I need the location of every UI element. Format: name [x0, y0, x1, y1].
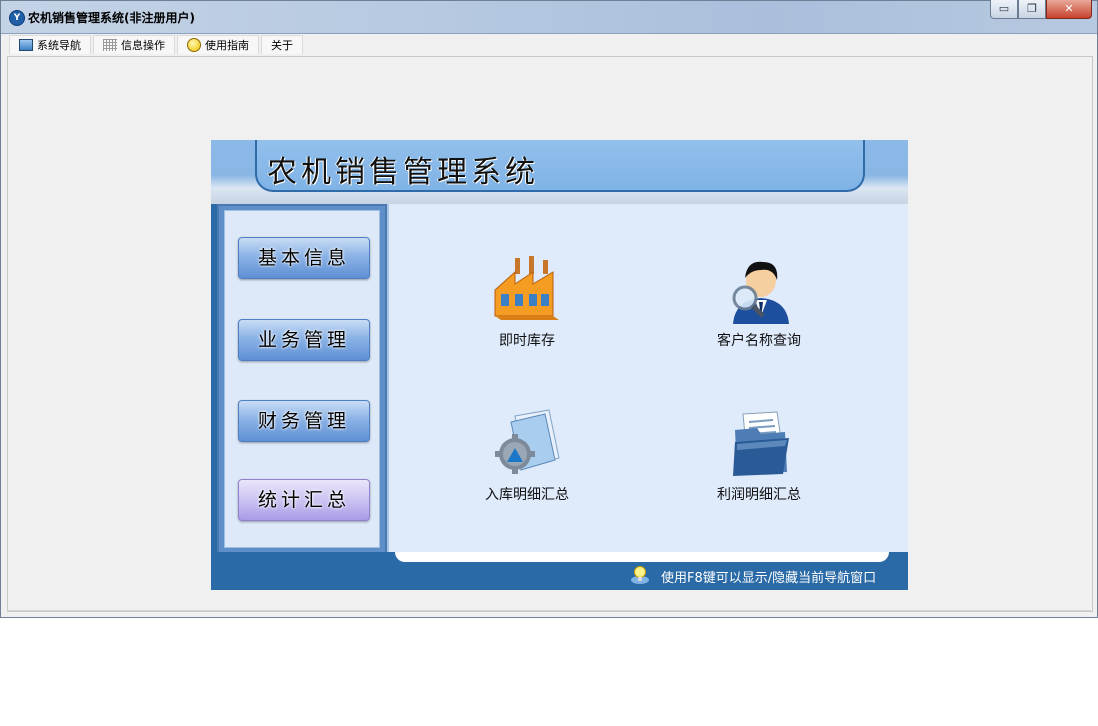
tile-label: 入库明细汇总 — [485, 487, 569, 503]
banner: 农机销售管理系统 — [211, 140, 908, 204]
tab-user-guide[interactable]: 使用指南 — [177, 35, 259, 54]
factory-icon — [489, 254, 565, 326]
monitor-icon — [19, 39, 33, 51]
tab-about[interactable]: 关于 — [261, 35, 303, 54]
sidebar-inner: 基本信息 业务管理 财务管理 统计汇总 — [224, 210, 380, 548]
footer-hint: 使用F8键可以显示/隐藏当前导航窗口 — [661, 571, 877, 586]
tab-label: 系统导航 — [37, 39, 81, 52]
minimize-button[interactable]: ▭ — [990, 0, 1018, 19]
sidebar: 基本信息 业务管理 财务管理 统计汇总 — [217, 204, 387, 554]
tile-label: 利润明细汇总 — [717, 487, 801, 503]
divider — [7, 610, 1091, 611]
tile-inbound-summary[interactable]: 入库明细汇总 — [447, 408, 607, 504]
finance-management-button[interactable]: 财务管理 — [238, 400, 370, 442]
tile-customer-search[interactable]: 客户名称查询 — [679, 254, 839, 350]
tile-profit-summary[interactable]: 利润明细汇总 — [679, 408, 839, 504]
grid-icon — [103, 39, 117, 51]
tile-label: 即时库存 — [499, 333, 555, 349]
restore-button[interactable]: ❐ — [1018, 0, 1046, 19]
customer-search-icon — [721, 254, 797, 326]
tab-system-nav[interactable]: 系统导航 — [9, 35, 91, 54]
folder-documents-icon — [721, 408, 797, 480]
tile-realtime-stock[interactable]: 即时库存 — [447, 254, 607, 350]
lightbulb-icon — [630, 565, 650, 585]
tab-label: 关于 — [271, 39, 293, 52]
window-controls: ▭ ❐ ✕ — [990, 0, 1092, 20]
window-title: 农机销售管理系统(非注册用户) — [28, 11, 195, 25]
statistics-summary-button[interactable]: 统计汇总 — [238, 479, 370, 521]
nav-panel: 农机销售管理系统 基本信息 业务管理 财务管理 统计汇总 即时库存 客户名称查询… — [211, 140, 908, 590]
menu-tabs: 系统导航 信息操作 使用指南 关于 — [9, 35, 305, 55]
title-bar[interactable]: Y 农机销售管理系统(非注册用户) — [1, 1, 1097, 34]
banner-tab: 农机销售管理系统 — [255, 140, 865, 192]
footer-bar: 使用F8键可以显示/隐藏当前导航窗口 — [211, 552, 908, 590]
business-management-button[interactable]: 业务管理 — [238, 319, 370, 361]
app-logo-icon: Y — [9, 10, 25, 26]
tab-info-ops[interactable]: 信息操作 — [93, 35, 175, 54]
main-area: 即时库存 客户名称查询 入库明细汇总 利润明细汇总 — [387, 204, 908, 552]
tab-label: 信息操作 — [121, 39, 165, 52]
tile-label: 客户名称查询 — [717, 333, 801, 349]
panel-title: 农机销售管理系统 — [267, 155, 539, 190]
footer-strip — [395, 552, 889, 562]
help-icon — [187, 38, 201, 52]
basic-info-button[interactable]: 基本信息 — [238, 237, 370, 279]
tab-label: 使用指南 — [205, 39, 249, 52]
gear-document-icon — [489, 408, 565, 480]
close-button[interactable]: ✕ — [1046, 0, 1092, 19]
